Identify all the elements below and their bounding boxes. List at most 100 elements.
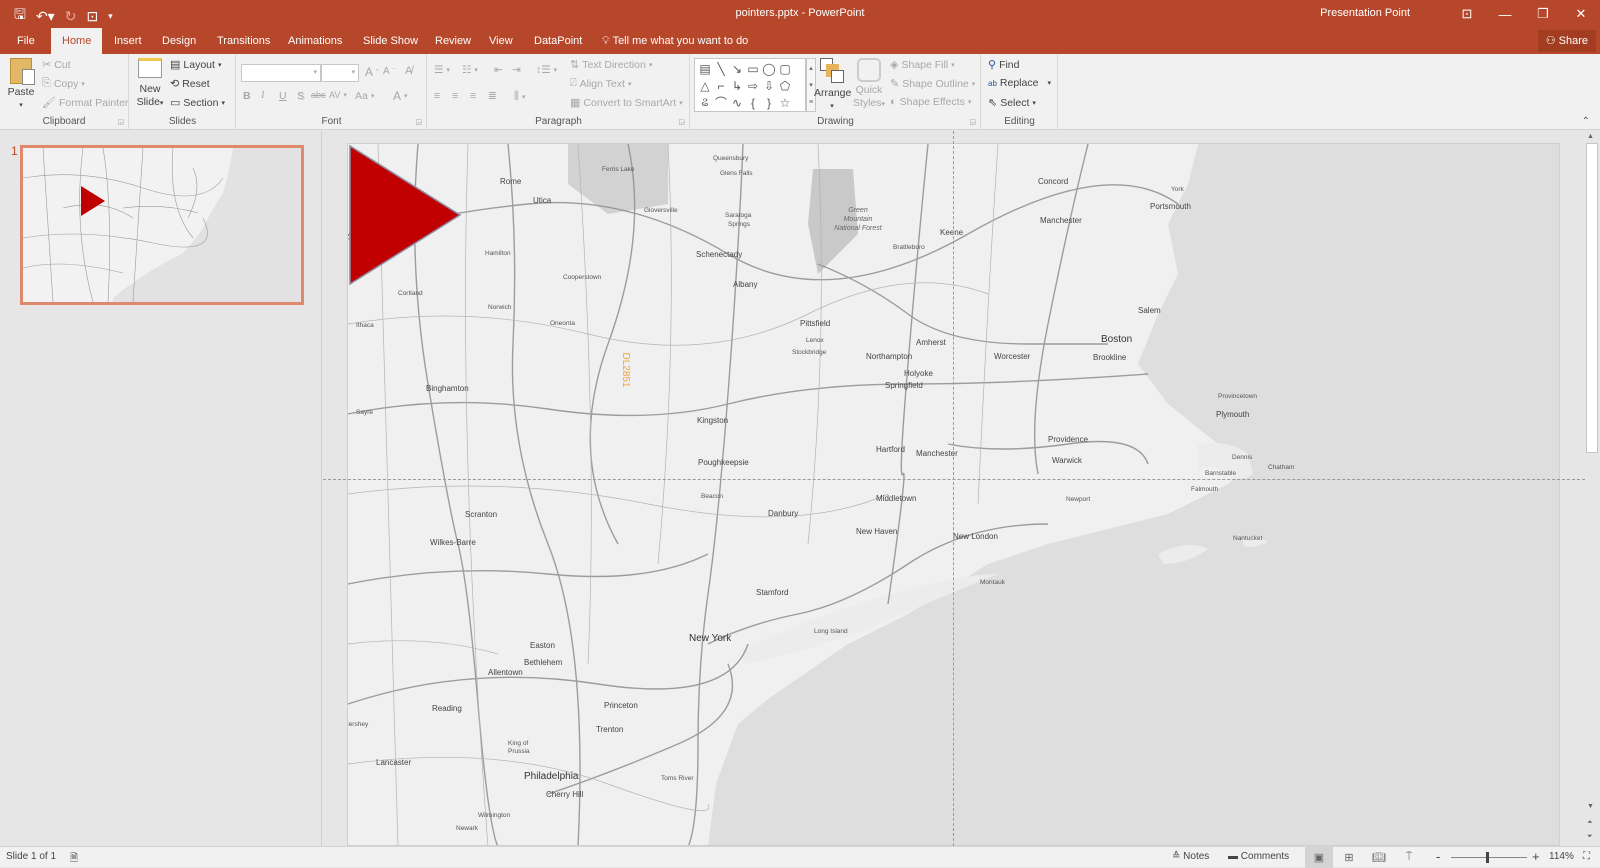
- italic-button[interactable]: I: [261, 90, 265, 101]
- arc-shape-icon[interactable]: ⌒: [713, 94, 729, 111]
- close-icon[interactable]: ✕: [1562, 0, 1600, 28]
- shapes-gallery[interactable]: ▤ ╲ ↘ ▭ ◯ ▢ △ ⌐ ↳ ⇨ ⇩ ⬠ ଌ ⌒ ∿ { } ☆: [694, 58, 806, 112]
- tab-design[interactable]: Design: [152, 28, 206, 54]
- character-spacing-button[interactable]: AV ▾: [329, 90, 347, 100]
- oval-shape-icon[interactable]: ◯: [761, 60, 777, 77]
- copy-button[interactable]: ⎘ Copy ▾: [42, 77, 85, 90]
- zoom-out-button[interactable]: -: [1436, 849, 1440, 864]
- paste-button[interactable]: Paste ▾: [6, 58, 36, 112]
- change-case-button[interactable]: Aa ▾: [355, 90, 374, 102]
- font-name-combobox[interactable]: ▾: [241, 64, 321, 82]
- share-button[interactable]: ⚇ Share: [1537, 30, 1596, 52]
- decrease-font-icon[interactable]: Aˇ: [383, 66, 395, 77]
- restore-icon[interactable]: ❐: [1524, 0, 1562, 28]
- tell-me-box[interactable]: 💡︎ Tell me what you want to do: [592, 28, 758, 54]
- scribble-shape-icon[interactable]: ଌ: [697, 94, 713, 111]
- slide-sorter-button[interactable]: ⊞: [1335, 847, 1363, 868]
- increase-font-icon[interactable]: A ^: [365, 65, 379, 79]
- scroll-up-icon[interactable]: ▲: [1587, 133, 1594, 140]
- line-shape-icon[interactable]: ╲: [713, 60, 729, 77]
- elbow-arrow-shape-icon[interactable]: ↳: [729, 77, 745, 94]
- clear-formatting-icon[interactable]: A̸: [405, 65, 412, 77]
- freeform-shape-icon[interactable]: ⬠: [777, 77, 793, 94]
- scrollbar-thumb[interactable]: [1586, 143, 1598, 453]
- text-direction-button[interactable]: ⇅ Text Direction ▾: [570, 58, 652, 72]
- select-button[interactable]: ⇖ Select ▾: [988, 96, 1036, 110]
- notes-button[interactable]: ≙ Notes: [1172, 851, 1209, 862]
- scroll-up-icon[interactable]: ▴: [809, 64, 813, 72]
- slideshow-button[interactable]: ⍑: [1395, 847, 1423, 868]
- scroll-down-icon[interactable]: ▼: [1587, 803, 1594, 810]
- user-name[interactable]: Presentation Point: [1320, 7, 1410, 19]
- normal-view-button[interactable]: ▣: [1305, 847, 1333, 868]
- section-button[interactable]: ▭ Section ▾: [170, 96, 225, 110]
- align-right-icon[interactable]: ≡: [470, 90, 476, 102]
- rounded-rectangle-shape-icon[interactable]: ▢: [777, 60, 793, 77]
- pointer-triangle[interactable]: [348, 144, 463, 286]
- minimize-icon[interactable]: —: [1486, 0, 1524, 28]
- bold-button[interactable]: B: [243, 90, 251, 102]
- fit-to-window-icon[interactable]: ⛶: [1583, 851, 1590, 862]
- bullets-button[interactable]: ☰ ▾: [434, 64, 450, 76]
- tab-slide-show[interactable]: Slide Show: [353, 28, 428, 54]
- spell-check-icon[interactable]: 🗎︎: [70, 851, 78, 868]
- tab-transitions[interactable]: Transitions: [207, 28, 280, 54]
- text-shadow-button[interactable]: S: [297, 90, 304, 102]
- scroll-down-icon[interactable]: ▾: [809, 81, 813, 89]
- replace-button[interactable]: ab Replace ▾: [988, 77, 1051, 89]
- text-box-shape-icon[interactable]: ▤: [697, 60, 713, 77]
- arrow-line-shape-icon[interactable]: ↘: [729, 60, 745, 77]
- tab-view[interactable]: View: [479, 28, 523, 54]
- slide-thumbnail[interactable]: [20, 145, 304, 305]
- curve-shape-icon[interactable]: ∿: [729, 94, 745, 111]
- zoom-level[interactable]: 114%: [1549, 851, 1574, 862]
- next-slide-icon[interactable]: ⏷: [1587, 833, 1593, 841]
- shape-effects-button[interactable]: ◐ Shape Effects ▾: [890, 96, 971, 108]
- tab-datapoint[interactable]: DataPoint: [524, 28, 592, 54]
- rectangle-shape-icon[interactable]: ▭: [745, 60, 761, 77]
- quick-styles-button[interactable]: Quick Styles▾: [852, 58, 886, 111]
- previous-slide-icon[interactable]: ⏶: [1587, 819, 1593, 827]
- decrease-indent-icon[interactable]: ⇤: [494, 64, 503, 76]
- reset-button[interactable]: ⟲ Reset: [170, 77, 210, 91]
- zoom-slider-thumb[interactable]: [1486, 852, 1490, 863]
- reading-view-button[interactable]: 📖︎: [1365, 847, 1393, 868]
- vertical-guide[interactable]: [953, 131, 954, 846]
- tab-insert[interactable]: Insert: [104, 28, 152, 54]
- strikethrough-button[interactable]: abc: [311, 90, 326, 100]
- align-center-icon[interactable]: ≡: [452, 90, 458, 102]
- align-text-button[interactable]: ⍁ Align Text ▾: [570, 77, 631, 90]
- collapse-ribbon-icon[interactable]: ⌃: [1582, 116, 1590, 127]
- ribbon-display-options-icon[interactable]: ⊡: [1448, 0, 1486, 28]
- new-slide-button[interactable]: New Slide▾: [136, 58, 164, 110]
- font-color-button[interactable]: A ▾: [393, 89, 408, 103]
- find-button[interactable]: ⚲ Find: [988, 58, 1020, 72]
- convert-smartart-button[interactable]: ▦ Convert to SmartArt ▾: [570, 96, 683, 110]
- right-arrow-shape-icon[interactable]: ⇨: [745, 77, 761, 94]
- horizontal-guide[interactable]: [323, 479, 1585, 480]
- line-spacing-button[interactable]: ↕☰ ▾: [536, 64, 557, 76]
- shape-outline-button[interactable]: ✎ Shape Outline ▾: [890, 77, 975, 91]
- columns-button[interactable]: ⫼ ▾: [514, 90, 525, 103]
- justify-icon[interactable]: ≣: [488, 90, 497, 102]
- tab-file[interactable]: File: [7, 28, 45, 54]
- dialog-launcher-icon[interactable]: ◲: [678, 118, 685, 126]
- left-brace-shape-icon[interactable]: {: [745, 94, 761, 111]
- comments-button[interactable]: ▬ Comments: [1228, 851, 1289, 862]
- cut-button[interactable]: ✂ Cut: [42, 58, 71, 72]
- star-shape-icon[interactable]: ☆: [777, 94, 793, 111]
- shape-fill-button[interactable]: ◈ Shape Fill ▾: [890, 58, 955, 72]
- right-brace-shape-icon[interactable]: }: [761, 94, 777, 111]
- dialog-launcher-icon[interactable]: ◲: [415, 118, 422, 126]
- vertical-scrollbar[interactable]: ▲ ▼ ⏶ ⏷: [1585, 131, 1600, 846]
- triangle-shape-icon[interactable]: △: [697, 77, 713, 94]
- tab-review[interactable]: Review: [425, 28, 481, 54]
- numbering-button[interactable]: ☷ ▾: [462, 64, 478, 76]
- down-arrow-shape-icon[interactable]: ⇩: [761, 77, 777, 94]
- elbow-connector-shape-icon[interactable]: ⌐: [713, 77, 729, 94]
- increase-indent-icon[interactable]: ⇥: [512, 64, 521, 76]
- layout-button[interactable]: ▤ Layout ▾: [170, 58, 221, 72]
- format-painter-button[interactable]: 🖌︎ Format Painter: [42, 96, 128, 110]
- font-size-combobox[interactable]: ▾: [321, 64, 359, 82]
- tab-home[interactable]: Home: [51, 28, 103, 54]
